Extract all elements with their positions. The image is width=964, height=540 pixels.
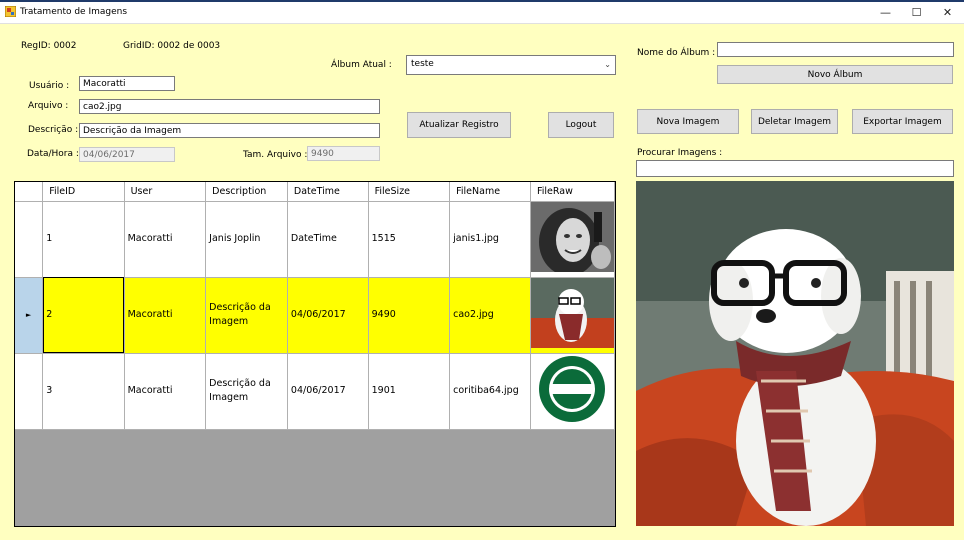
- chevron-down-icon: ⌄: [604, 60, 611, 69]
- procurar-field[interactable]: [636, 160, 954, 177]
- cell-datetime[interactable]: 04/06/2017: [287, 277, 369, 354]
- dog-preview-image: [636, 181, 954, 526]
- cell-description[interactable]: Descrição da Imagem: [205, 353, 288, 430]
- album-select-value: teste: [411, 59, 434, 69]
- cfc-logo-image: [530, 353, 614, 424]
- dog-thumbnail-image: [530, 277, 614, 348]
- minimize-button[interactable]: —: [869, 0, 902, 24]
- grid-corner-header: [15, 182, 44, 202]
- images-datagrid[interactable]: FileID User Description DateTime FileSiz…: [14, 181, 616, 527]
- grid-header-row: FileID User Description DateTime FileSiz…: [15, 182, 615, 202]
- image-preview: [636, 181, 954, 526]
- cell-description[interactable]: Janis Joplin: [205, 201, 288, 278]
- table-row-selected[interactable]: ► 2 Macoratti Descrição da Imagem 04/06/…: [15, 277, 615, 354]
- column-header-filesize[interactable]: FileSize: [368, 182, 451, 202]
- regid-label: RegID: 0002: [21, 41, 77, 51]
- tamanho-field: 9490: [307, 146, 380, 161]
- window-title: Tratamento de Imagens: [20, 7, 128, 17]
- nova-imagem-button[interactable]: Nova Imagem: [637, 109, 739, 134]
- usuario-field[interactable]: Macoratti: [79, 76, 175, 91]
- close-button[interactable]: ✕: [931, 0, 964, 24]
- logout-button[interactable]: Logout: [548, 112, 614, 138]
- column-header-description[interactable]: Description: [205, 182, 288, 202]
- close-icon: ✕: [942, 5, 953, 19]
- datahora-field: 04/06/2017: [79, 147, 175, 162]
- column-header-user[interactable]: User: [124, 182, 207, 202]
- cell-filesize[interactable]: 9490: [368, 277, 451, 354]
- usuario-label: Usuário :: [29, 81, 70, 91]
- column-header-datetime[interactable]: DateTime: [287, 182, 369, 202]
- datahora-label: Data/Hora :: [27, 149, 79, 159]
- nome-album-label: Nome do Álbum :: [637, 48, 716, 58]
- cell-filename[interactable]: coritiba64.jpg: [449, 353, 531, 430]
- gridid-label: GridID: 0002 de 0003: [123, 41, 221, 51]
- column-header-fileraw[interactable]: FileRaw: [530, 182, 615, 202]
- janis-thumbnail-image: [530, 201, 614, 276]
- cell-filename[interactable]: cao2.jpg: [449, 277, 531, 354]
- table-row[interactable]: 3 Macoratti Descrição da Imagem 04/06/20…: [15, 353, 615, 430]
- cell-user[interactable]: Macoratti: [124, 353, 207, 430]
- cell-datetime[interactable]: DateTime: [287, 201, 369, 278]
- cell-fileid[interactable]: 1: [42, 201, 125, 278]
- minimize-icon: —: [880, 5, 891, 19]
- row-header[interactable]: [15, 353, 44, 430]
- app-icon: [4, 5, 17, 18]
- cell-filesize[interactable]: 1515: [368, 201, 451, 278]
- novo-album-button[interactable]: Novo Álbum: [717, 65, 953, 84]
- cell-user[interactable]: Macoratti: [124, 277, 207, 354]
- cell-fileraw[interactable]: [530, 353, 615, 430]
- cell-fileraw[interactable]: [530, 201, 615, 278]
- cell-description[interactable]: Descrição da Imagem: [205, 277, 288, 354]
- album-select[interactable]: teste ⌄: [406, 55, 616, 75]
- cell-fileid[interactable]: 2: [42, 277, 125, 354]
- cell-user[interactable]: Macoratti: [124, 201, 207, 278]
- title-bar: [0, 0, 964, 24]
- title-bar-accent: [0, 0, 964, 2]
- arquivo-label: Arquivo :: [28, 101, 69, 111]
- descricao-field[interactable]: Descrição da Imagem: [79, 123, 380, 138]
- row-pointer-icon: ►: [25, 311, 32, 319]
- atualizar-registro-button[interactable]: Atualizar Registro: [407, 112, 511, 138]
- cell-filename[interactable]: janis1.jpg: [449, 201, 531, 278]
- procurar-label: Procurar Imagens :: [637, 148, 723, 158]
- maximize-icon: ☐: [911, 5, 922, 19]
- maximize-button[interactable]: ☐: [900, 0, 933, 24]
- row-header-current[interactable]: ►: [15, 277, 44, 354]
- arquivo-field[interactable]: cao2.jpg: [79, 99, 380, 114]
- album-atual-label: Álbum Atual :: [331, 60, 392, 70]
- column-header-filename[interactable]: FileName: [449, 182, 531, 202]
- row-header[interactable]: [15, 201, 44, 278]
- cell-datetime[interactable]: 04/06/2017: [287, 353, 369, 430]
- exportar-imagem-button[interactable]: Exportar Imagem: [852, 109, 953, 134]
- descricao-label: Descrição :: [28, 125, 79, 135]
- nome-album-field[interactable]: [717, 42, 954, 57]
- cell-filesize[interactable]: 1901: [368, 353, 451, 430]
- deletar-imagem-button[interactable]: Deletar Imagem: [751, 109, 838, 134]
- column-header-fileid[interactable]: FileID: [42, 182, 125, 202]
- cell-fileraw[interactable]: [530, 277, 615, 354]
- tamanho-label: Tam. Arquivo :: [243, 150, 308, 160]
- table-row[interactable]: 1 Macoratti Janis Joplin DateTime 1515 j…: [15, 201, 615, 278]
- cell-fileid[interactable]: 3: [42, 353, 125, 430]
